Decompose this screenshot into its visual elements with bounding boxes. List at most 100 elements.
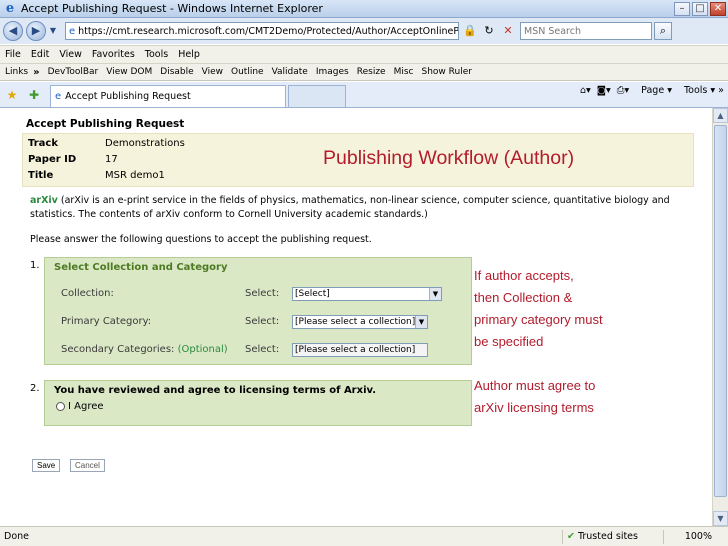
home-icon[interactable]: ⌂▾	[580, 85, 591, 96]
licensing-annotation: Author must agree to arXiv licensing ter…	[474, 375, 595, 419]
link-view-dom[interactable]: View DOM	[106, 67, 152, 77]
step-2-number: 2.	[30, 383, 40, 394]
step-2-title: You have reviewed and agree to licensing…	[54, 385, 376, 396]
security-zone[interactable]: ✔ Trusted sites	[567, 531, 659, 542]
command-bar: ⌂▾ ◙▾ ⎙▾ Page ▾ Tools ▾ »	[574, 85, 724, 96]
menu-favorites[interactable]: Favorites	[92, 49, 135, 60]
link-devtoolbar[interactable]: DevToolBar	[48, 67, 99, 77]
tab-bar: ★ ✚ e Accept Publishing Request ⌂▾ ◙▾ ⎙▾…	[0, 82, 728, 108]
menu-edit[interactable]: Edit	[31, 49, 49, 60]
feeds-icon[interactable]: ◙▾	[597, 85, 611, 96]
search-icon[interactable]: ⌕	[654, 22, 672, 40]
track-value: Demonstrations	[105, 138, 185, 149]
annotation-line: If author accepts,	[474, 268, 574, 283]
page-viewport: Accept Publishing Request Track Demonstr…	[0, 108, 712, 526]
annotation-line: arXiv licensing terms	[474, 400, 594, 415]
page-title: Accept Publishing Request	[26, 118, 185, 130]
workflow-title-annotation: Publishing Workflow (Author)	[323, 147, 575, 169]
secondary-categories-select[interactable]: [Please select a collection]	[292, 343, 428, 357]
track-label: Track	[28, 138, 58, 149]
secondary-select-label: Select:	[245, 344, 280, 355]
arxiv-brand: arXiv	[30, 195, 58, 206]
collection-select-value: [Select]	[295, 289, 330, 299]
refresh-icon[interactable]: ↻	[481, 23, 497, 39]
primary-select-label: Select:	[245, 316, 280, 327]
annotation-line: Author must agree to	[474, 378, 596, 393]
status-separator	[562, 529, 563, 544]
scroll-up-icon[interactable]: ▲	[713, 108, 728, 123]
secondary-categories-label: Secondary Categories: (Optional)	[61, 344, 228, 355]
window-titlebar: e Accept Publishing Request - Windows In…	[0, 0, 728, 18]
add-favorites-icon[interactable]: ✚	[26, 87, 42, 103]
title-label: Title	[28, 170, 54, 181]
lock-icon[interactable]: 🔒	[462, 23, 478, 39]
page-icon: e	[55, 91, 62, 102]
links-bar: Links » DevToolBar View DOM Disable View…	[0, 63, 728, 81]
link-resize[interactable]: Resize	[357, 67, 386, 77]
address-url[interactable]: https://cmt.research.microsoft.com/CMT2D…	[78, 26, 458, 37]
link-validate[interactable]: Validate	[272, 67, 308, 77]
collection-label: Collection:	[61, 288, 114, 299]
stop-icon[interactable]: ✕	[500, 23, 516, 39]
link-view[interactable]: View	[202, 67, 223, 77]
menu-view[interactable]: View	[59, 49, 82, 60]
link-outline[interactable]: Outline	[231, 67, 264, 77]
status-bar: Done ✔ Trusted sites 100%	[0, 526, 728, 546]
vertical-scrollbar[interactable]: ▲ ▼	[712, 108, 728, 526]
zoom-level[interactable]: 100%	[668, 531, 728, 542]
step-1-title: Select Collection and Category	[54, 262, 228, 273]
chevron-down-icon[interactable]: ▼	[429, 288, 441, 300]
menu-help[interactable]: Help	[178, 49, 200, 60]
tab-title: Accept Publishing Request	[65, 91, 191, 102]
forward-button[interactable]: ▶	[26, 21, 46, 41]
save-button[interactable]: Save	[32, 459, 61, 472]
back-button[interactable]: ◀	[3, 21, 23, 41]
close-window-button[interactable]: ✕	[710, 1, 726, 16]
paper-id-value: 17	[105, 154, 118, 165]
primary-category-select[interactable]: [Please select a collection] ▼	[292, 315, 428, 329]
menu-bar: File Edit View Favorites Tools Help	[0, 45, 728, 63]
chevron-down-icon[interactable]: ▼	[415, 316, 427, 328]
agree-radio[interactable]	[56, 402, 65, 411]
menu-tools[interactable]: Tools	[145, 49, 168, 60]
minimize-button[interactable]: –	[674, 1, 690, 16]
chevron-right-icon[interactable]: »	[33, 67, 39, 78]
print-icon[interactable]: ⎙▾	[617, 85, 629, 96]
menu-file[interactable]: File	[5, 49, 21, 60]
page-menu[interactable]: Page ▾	[635, 85, 672, 96]
agree-label: I Agree	[68, 401, 104, 412]
primary-category-value: [Please select a collection]	[295, 317, 416, 327]
address-bar[interactable]: e https://cmt.research.microsoft.com/CMT…	[65, 22, 459, 40]
links-label: Links	[5, 67, 29, 77]
instructions-text: Please answer the following questions to…	[30, 234, 372, 245]
optional-label: (Optional)	[177, 344, 228, 355]
internet-explorer-icon: e	[5, 0, 15, 16]
scroll-down-icon[interactable]: ▼	[713, 511, 728, 526]
secondary-categories-value: [Please select a collection]	[295, 345, 416, 355]
page-content: Accept Publishing Request Track Demonstr…	[22, 108, 694, 526]
link-images[interactable]: Images	[316, 67, 349, 77]
licensing-panel: You have reviewed and agree to licensing…	[44, 380, 472, 426]
zone-text: Trusted sites	[577, 531, 638, 542]
history-dropdown-icon[interactable]: ▼	[47, 25, 59, 37]
status-text: Done	[4, 531, 29, 542]
window-title: Accept Publishing Request - Windows Inte…	[21, 2, 323, 15]
secondary-categories-text: Secondary Categories:	[61, 344, 175, 355]
status-separator	[663, 529, 664, 544]
tools-menu-label: Tools	[683, 85, 708, 96]
title-value: MSR demo1	[105, 170, 165, 181]
link-misc[interactable]: Misc	[394, 67, 414, 77]
tools-menu[interactable]: Tools ▾ »	[678, 85, 724, 96]
cancel-button[interactable]: Cancel	[70, 459, 105, 472]
collection-select[interactable]: [Select] ▼	[292, 287, 442, 301]
favorites-star-icon[interactable]: ★	[4, 87, 20, 103]
paper-id-label: Paper ID	[28, 154, 77, 165]
scroll-thumb[interactable]	[714, 125, 727, 497]
agree-option[interactable]: I Agree	[56, 401, 104, 412]
maximize-button[interactable]: □	[692, 1, 708, 16]
new-tab-button[interactable]	[288, 85, 346, 107]
link-show-ruler[interactable]: Show Ruler	[422, 67, 472, 77]
link-disable[interactable]: Disable	[160, 67, 193, 77]
search-input[interactable]: MSN Search	[520, 22, 652, 40]
tab-accept-publishing-request[interactable]: e Accept Publishing Request	[50, 85, 286, 107]
